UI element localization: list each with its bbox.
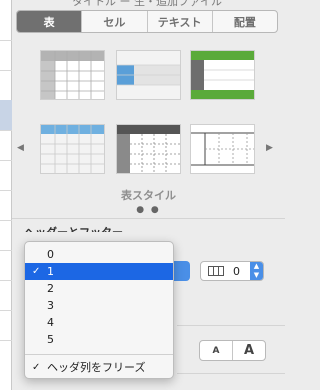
section-heading-peek: ヘッダーとフッター <box>24 224 123 232</box>
table-style-6[interactable] <box>190 124 255 174</box>
section-divider-2 <box>177 325 285 326</box>
page-dots[interactable]: ● ● <box>12 205 285 215</box>
section-divider <box>12 218 285 219</box>
header-rows-popup-button[interactable] <box>174 261 190 281</box>
tab-table[interactable]: 表 <box>17 11 82 32</box>
menu-item-3[interactable]: 3 <box>25 297 173 314</box>
menu-item-4[interactable]: 4 <box>25 314 173 331</box>
table-style-4[interactable] <box>40 124 105 174</box>
menu-item-2[interactable]: 2 <box>25 280 173 297</box>
prev-styles-arrow-icon[interactable]: ◀ <box>17 143 24 153</box>
table-styles: ◀ ▶ 表スタイル ● ● <box>12 40 285 220</box>
font-smaller-button[interactable]: A <box>200 341 232 360</box>
menu-item-1[interactable]: ✓ 1 <box>25 263 173 280</box>
header-columns-stepper[interactable]: 0 ▲ ▼ <box>200 261 264 281</box>
header-columns-value: 0 <box>233 265 240 278</box>
spreadsheet-edge <box>0 0 12 390</box>
table-style-5[interactable] <box>116 124 181 174</box>
inspector-tabs: 表 セル テキスト 配置 <box>16 10 278 33</box>
header-columns-icon <box>208 266 224 276</box>
table-styles-label: 表スタイル <box>121 189 176 202</box>
section-divider-3 <box>177 373 285 374</box>
menu-item-freeze-header-columns[interactable]: ✓ ヘッダ列をフリーズ <box>25 359 173 376</box>
tab-arrange[interactable]: 配置 <box>211 11 277 32</box>
header-rows-menu: 0 ✓ 1 2 3 4 5 ✓ ヘッダ列をフリーズ <box>24 241 174 379</box>
menu-item-0[interactable]: 0 <box>25 246 173 263</box>
stepper-arrows-icon[interactable]: ▲ ▼ <box>250 262 263 280</box>
window-title: タイトル ー 生・追加ファイル <box>12 0 285 10</box>
table-style-3[interactable] <box>190 50 255 100</box>
checkmark-icon: ✓ <box>32 362 41 373</box>
checkmark-icon: ✓ <box>32 266 41 277</box>
menu-separator <box>25 354 173 355</box>
window-title-text: タイトル ー 生・追加ファイル <box>72 0 222 8</box>
font-size-buttons: A A <box>199 340 266 361</box>
next-styles-arrow-icon[interactable]: ▶ <box>266 143 273 153</box>
table-style-1[interactable] <box>40 50 105 100</box>
menu-item-5[interactable]: 5 <box>25 331 173 348</box>
font-larger-button[interactable]: A <box>232 341 265 360</box>
tab-cell[interactable]: セル <box>81 11 146 32</box>
tab-text[interactable]: テキスト <box>146 11 212 32</box>
table-style-2[interactable] <box>116 50 181 100</box>
